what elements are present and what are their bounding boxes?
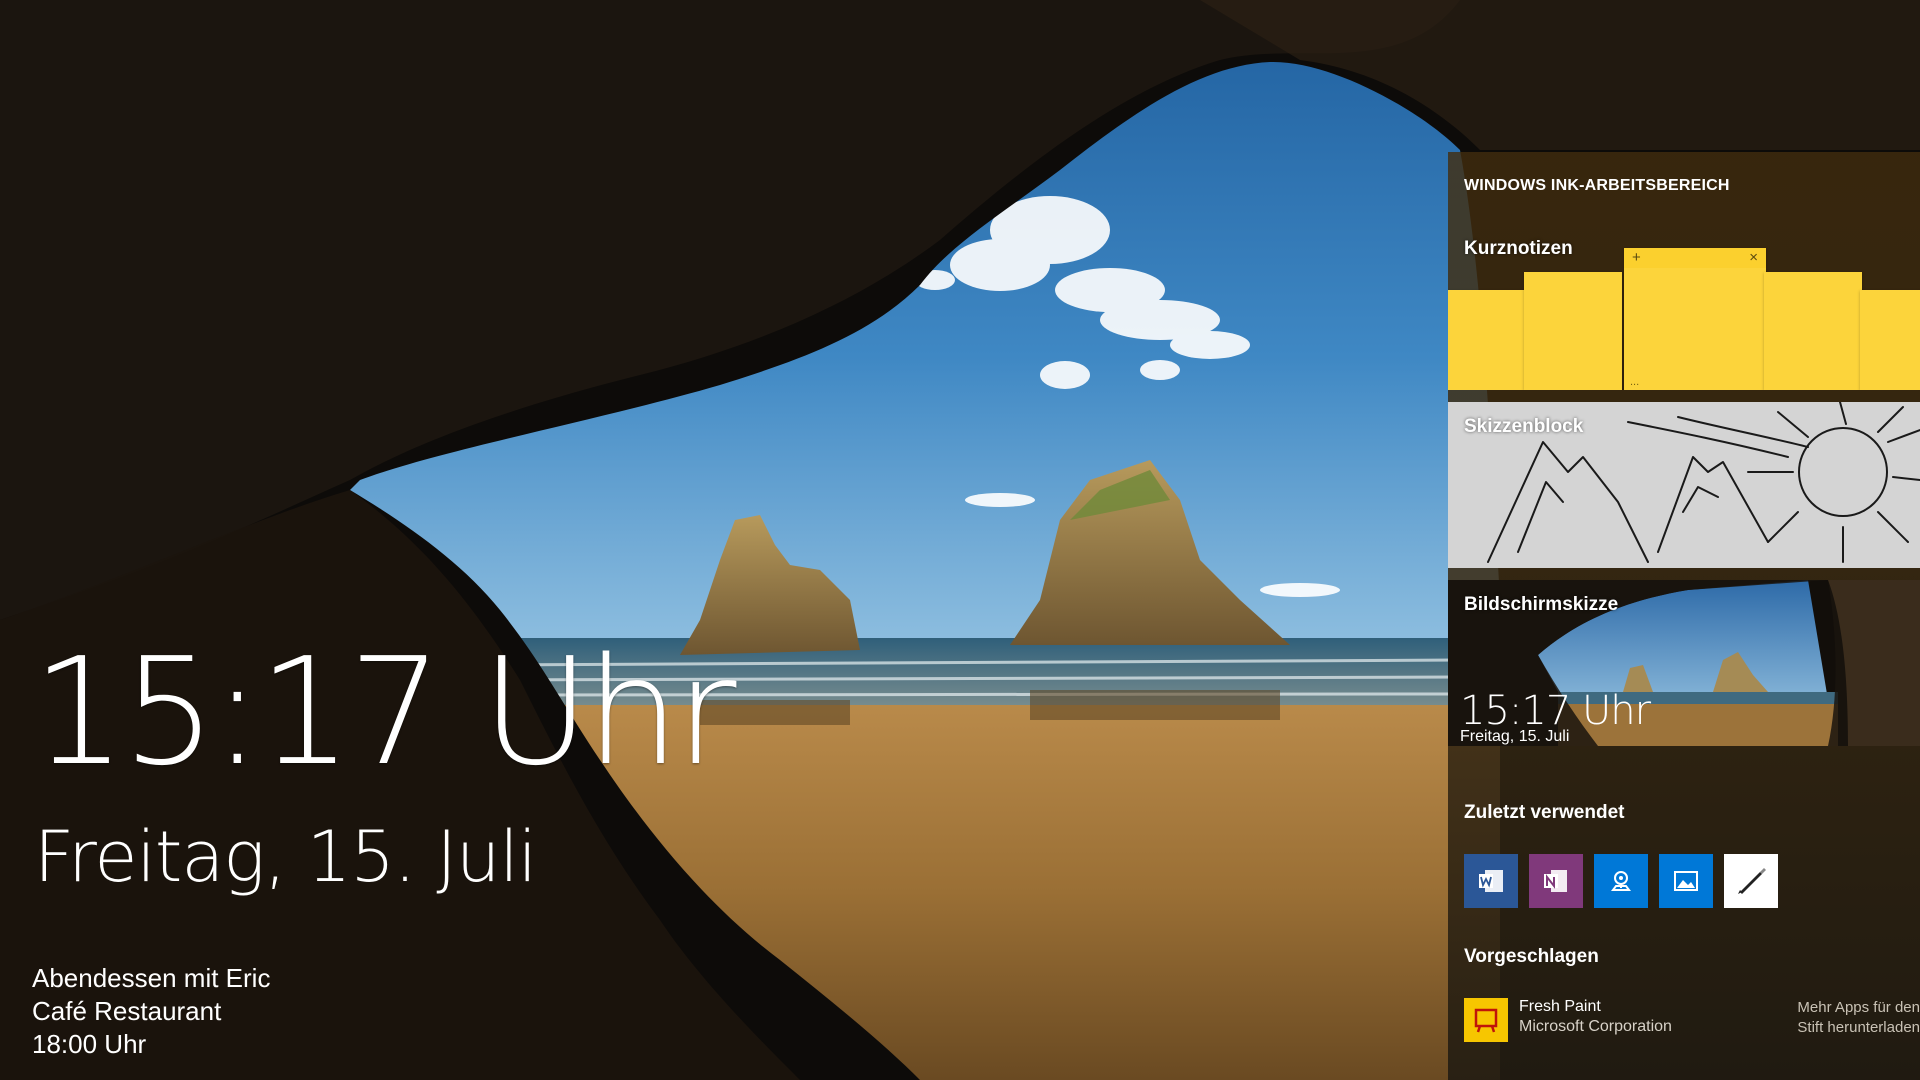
screen-sketch-preview-date: Freitag, 15. Juli <box>1460 728 1570 745</box>
lock-screen-time: 15:17 Uhr <box>32 626 737 798</box>
event-title: Abendessen mit Eric <box>32 963 271 993</box>
screen-sketch-label: Bildschirmskizze <box>1464 594 1619 615</box>
sticky-note-left <box>1524 272 1622 390</box>
recent-apps-list <box>1464 854 1778 908</box>
panel-title: WINDOWS INK-ARBEITSBEREICH <box>1464 177 1730 194</box>
add-icon[interactable]: + <box>1632 248 1641 268</box>
sticky-note-back-right <box>1860 290 1920 390</box>
more-pen-apps-link[interactable]: Mehr Apps für den Stift herunterladen <box>1784 998 1920 1038</box>
sticky-note-right <box>1764 272 1862 390</box>
suggested-app-publisher: Microsoft Corporation <box>1519 1018 1672 1035</box>
sticky-notes-label: Kurznotizen <box>1464 238 1573 259</box>
pen-app-icon[interactable] <box>1724 854 1778 908</box>
lock-screen: 15:17 Uhr Freitag, 15. Juli Abendessen m… <box>0 0 1920 1080</box>
suggested-app-name: Fresh Paint <box>1519 998 1601 1015</box>
fresh-paint-icon[interactable] <box>1464 998 1508 1042</box>
maps-icon[interactable] <box>1594 854 1648 908</box>
recently-used-label: Zuletzt verwendet <box>1464 802 1625 823</box>
word-icon[interactable] <box>1464 854 1518 908</box>
lock-screen-date: Freitag, 15. Juli <box>34 816 537 898</box>
sticky-note-header <box>1624 248 1766 268</box>
more-apps-line1: Mehr Apps für den <box>1797 999 1920 1016</box>
sketchpad-card[interactable]: Skizzenblock <box>1448 402 1920 568</box>
photos-icon[interactable] <box>1659 854 1713 908</box>
sketchpad-label: Skizzenblock <box>1464 416 1584 437</box>
sticky-note-front[interactable]: + × ... <box>1624 248 1766 390</box>
onenote-icon[interactable] <box>1529 854 1583 908</box>
sticky-note-text: ... <box>1630 376 1640 388</box>
event-time: 18:00 Uhr <box>32 1029 147 1059</box>
close-icon[interactable]: × <box>1749 248 1758 268</box>
event-location: Café Restaurant <box>32 996 222 1026</box>
screen-sketch-card[interactable]: Bildschirmskizze 15:17 Uhr Freitag, 15. … <box>1448 580 1920 746</box>
suggested-app-item[interactable]: Fresh Paint Microsoft Corporation Mehr A… <box>1464 994 1920 1044</box>
sticky-notes-card[interactable]: Kurznotizen + × ... <box>1448 224 1920 390</box>
sticky-note-back-left <box>1448 290 1528 390</box>
ink-workspace-panel: WINDOWS INK-ARBEITSBEREICH Kurznotizen +… <box>1448 152 1920 1080</box>
suggested-label: Vorgeschlagen <box>1464 946 1599 967</box>
more-apps-line2: Stift herunterladen <box>1797 1019 1920 1036</box>
calendar-event: Abendessen mit Eric Café Restaurant 18:0… <box>32 962 270 1061</box>
